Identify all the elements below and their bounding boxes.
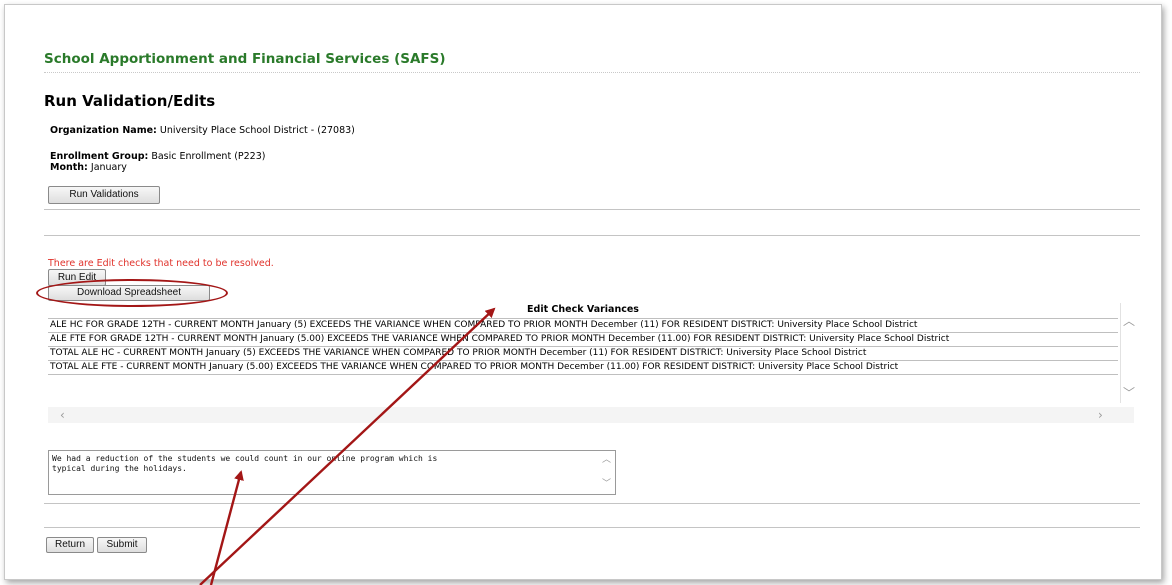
section-divider-1 (44, 209, 1140, 210)
title-divider (44, 72, 1140, 73)
edit-check-error-message: There are Edit checks that need to be re… (48, 258, 274, 269)
submit-button[interactable]: Submit (97, 537, 147, 553)
table-vertical-scrollbar[interactable]: ︿ ﹀ (1120, 303, 1135, 403)
section-divider-2 (44, 235, 1140, 236)
organization-value: University Place School District - (2708… (159, 125, 355, 136)
table-row: TOTAL ALE HC - CURRENT MONTH January (5)… (48, 347, 1118, 361)
scroll-left-icon[interactable]: ‹ (60, 409, 65, 421)
organization-info: Organization Name: University Place Scho… (50, 125, 355, 136)
table-body: ALE HC FOR GRADE 12TH - CURRENT MONTH Ja… (48, 318, 1118, 375)
app-title: School Apportionment and Financial Servi… (44, 51, 446, 67)
month-label: Month: (50, 162, 88, 173)
table-row: ALE FTE FOR GRADE 12TH - CURRENT MONTH J… (48, 333, 1118, 347)
organization-label: Organization Name: (50, 125, 157, 136)
enrollment-group-label: Enrollment Group: (50, 151, 149, 162)
comment-scroll-up-icon[interactable]: ︿ (602, 454, 611, 466)
enrollment-group-value: Basic Enrollment (P223) (151, 151, 266, 162)
table-row: ALE HC FOR GRADE 12TH - CURRENT MONTH Ja… (48, 319, 1118, 333)
scroll-down-icon[interactable]: ﹀ (1123, 387, 1135, 399)
page-title: Run Validation/Edits (44, 92, 216, 110)
scroll-up-icon[interactable]: ︿ (1123, 315, 1135, 327)
section-divider-4 (44, 527, 1140, 528)
run-validations-button[interactable]: Run Validations (48, 186, 160, 204)
return-button[interactable]: Return (46, 537, 94, 553)
table-row: TOTAL ALE FTE - CURRENT MONTH January (5… (48, 361, 1118, 375)
month-info: Month: January (50, 162, 127, 173)
comment-scroll-down-icon[interactable]: ﹀ (602, 478, 611, 490)
section-divider-3 (44, 503, 1140, 504)
table-title: Edit Check Variances (527, 304, 639, 315)
edit-check-variances-table: Edit Check Variances ALE HC FOR GRADE 12… (48, 303, 1135, 425)
enrollment-group-info: Enrollment Group: Basic Enrollment (P223… (50, 151, 265, 162)
comment-scrollbar[interactable]: ︿ ﹀ (600, 452, 614, 493)
table-horizontal-scrollbar[interactable]: ‹ › (48, 407, 1134, 423)
month-value: January (90, 162, 127, 173)
variance-comment-textarea[interactable]: We had a reduction of the students we co… (48, 450, 616, 495)
scroll-right-icon[interactable]: › (1098, 409, 1103, 421)
